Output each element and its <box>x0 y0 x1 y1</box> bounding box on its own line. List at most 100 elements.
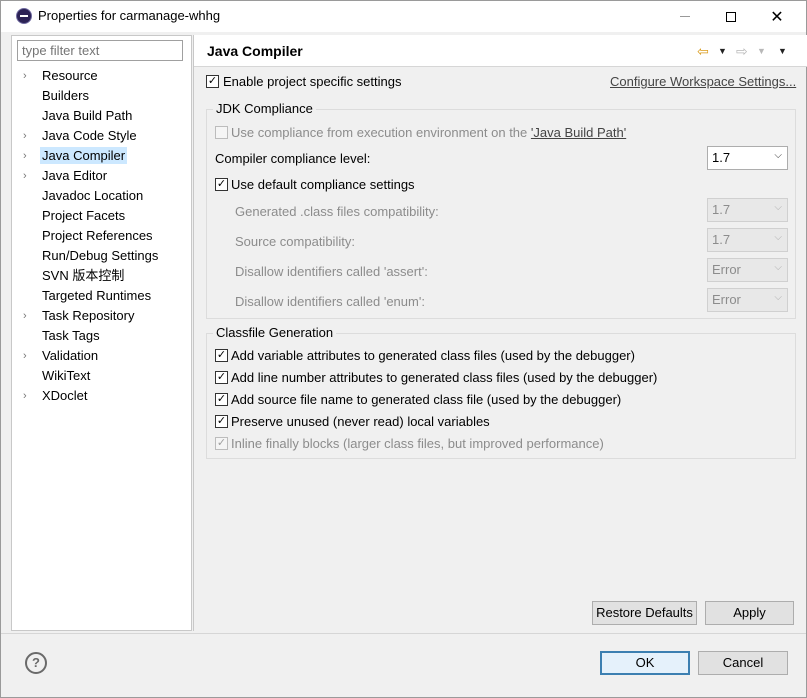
use-compliance-label: Use compliance from execution environmen… <box>231 125 626 140</box>
tree-item[interactable]: › Validation <box>12 346 191 366</box>
title-bar: Properties for carmanage-whhg ✕ <box>1 1 806 32</box>
back-arrow-icon[interactable]: ⇦ <box>697 43 709 60</box>
assert-identifier-value: Error <box>712 262 741 277</box>
eclipse-icon <box>16 8 32 24</box>
expand-arrow-icon[interactable]: › <box>23 386 35 406</box>
jdk-compliance-title: JDK Compliance <box>213 101 316 116</box>
assert-identifier-select[interactable]: Error ⌵ <box>707 258 788 282</box>
assert-identifier-label: Disallow identifiers called 'assert': <box>235 264 428 279</box>
expand-arrow-icon[interactable]: › <box>23 306 35 326</box>
compliance-level-value: 1.7 <box>712 150 731 165</box>
preference-tree-panel: › Resource Builders Java Build Path › Java Co… <box>11 35 192 631</box>
generated-compat-select[interactable]: 1.7 ⌵ <box>707 198 788 222</box>
dialog-footer: ? OK Cancel <box>1 633 806 697</box>
use-compliance-text: Use compliance from execution environmen… <box>231 125 531 140</box>
classfile-option-checkbox[interactable]: ✓ <box>215 437 228 450</box>
use-default-compliance-checkbox[interactable]: ✓ <box>215 178 228 191</box>
chevron-down-icon: ⌵ <box>774 262 782 273</box>
tree-item[interactable]: › Java Editor <box>12 166 191 186</box>
tree-item[interactable]: Run/Debug Settings <box>12 246 191 266</box>
enum-identifier-value: Error <box>712 292 741 307</box>
classfile-option-checkbox[interactable]: ✓ <box>215 393 228 406</box>
classfile-option-label: Add source file name to generated class … <box>231 392 622 407</box>
tree-item[interactable]: Java Build Path <box>12 106 191 126</box>
minimize-button[interactable] <box>662 1 708 32</box>
back-dropdown-icon[interactable]: ▼ <box>718 46 727 56</box>
page-title: Java Compiler <box>207 43 303 59</box>
configure-workspace-link[interactable]: Configure Workspace Settings... <box>610 74 796 89</box>
tree-item[interactable]: › Java Code Style <box>12 126 191 146</box>
tree-item-label: Java Compiler <box>40 147 128 164</box>
expand-arrow-icon[interactable]: › <box>23 166 35 186</box>
compliance-level-label: Compiler compliance level: <box>215 151 371 166</box>
tree-item-label: Targeted Runtimes <box>42 288 152 303</box>
use-default-compliance-label: Use default compliance settings <box>231 177 415 192</box>
classfile-generation-group: Classfile Generation ✓ Add variable attri… <box>206 325 796 459</box>
tree-item[interactable]: Targeted Runtimes <box>12 286 191 306</box>
page-header: Java Compiler ⇦ ▼ ⇨ ▼ ▼ <box>194 35 807 67</box>
enable-project-specific-label: Enable project specific settings <box>223 74 402 89</box>
tree-item[interactable]: Builders <box>12 86 191 106</box>
tree-item-label: Task Repository <box>42 308 135 323</box>
ok-button[interactable]: OK <box>600 651 690 675</box>
tree-item-label: Validation <box>42 348 99 363</box>
tree-item-label: Java Editor <box>42 168 108 183</box>
close-button[interactable]: ✕ <box>754 1 800 32</box>
tree-item[interactable]: SVN 版本控制 <box>12 266 191 286</box>
classfile-option-checkbox[interactable]: ✓ <box>215 415 228 428</box>
expand-arrow-icon[interactable]: › <box>23 66 35 86</box>
minimize-icon <box>680 16 690 17</box>
enum-identifier-select[interactable]: Error ⌵ <box>707 288 788 312</box>
tree-item[interactable]: Task Tags <box>12 326 191 346</box>
compliance-level-select[interactable]: 1.7 ⌵ <box>707 146 788 170</box>
cancel-button[interactable]: Cancel <box>698 651 788 675</box>
chevron-down-icon: ⌵ <box>774 292 782 303</box>
java-build-path-link[interactable]: 'Java Build Path' <box>531 125 626 140</box>
classfile-option-checkbox[interactable]: ✓ <box>215 371 228 384</box>
tree-item[interactable]: WikiText <box>12 366 191 386</box>
tree-item-label: Project Facets <box>42 208 126 223</box>
tree-item-label: Builders <box>42 88 89 103</box>
classfile-option-label: Preserve unused (never read) local varia… <box>231 414 490 429</box>
view-menu-icon[interactable]: ▼ <box>778 46 787 56</box>
tree-item-label: SVN 版本控制 <box>42 268 125 283</box>
maximize-button[interactable] <box>708 1 754 32</box>
forward-arrow-icon[interactable]: ⇨ <box>736 43 748 60</box>
expand-arrow-icon[interactable]: › <box>23 126 35 146</box>
maximize-icon <box>726 11 736 22</box>
help-icon[interactable]: ? <box>25 652 47 674</box>
source-compat-select[interactable]: 1.7 ⌵ <box>707 228 788 252</box>
close-icon: ✕ <box>770 8 784 26</box>
filter-input[interactable] <box>17 40 183 61</box>
chevron-down-icon: ⌵ <box>774 202 782 213</box>
generated-compat-value: 1.7 <box>712 202 731 217</box>
use-compliance-checkbox[interactable] <box>215 126 228 139</box>
classfile-option-label: Add variable attributes to generated cla… <box>231 348 635 363</box>
window-title: Properties for carmanage-whhg <box>38 8 221 23</box>
chevron-down-icon: ⌵ <box>774 232 782 243</box>
jdk-compliance-group: JDK Compliance Use compliance from execu… <box>206 101 796 319</box>
forward-dropdown-icon[interactable]: ▼ <box>757 46 766 56</box>
tree-item-label: WikiText <box>42 368 91 383</box>
tree-item-label: Run/Debug Settings <box>42 248 159 263</box>
tree-item[interactable]: Project References <box>12 226 191 246</box>
tree-item-label: Task Tags <box>42 328 100 343</box>
expand-arrow-icon[interactable]: › <box>23 146 35 166</box>
classfile-option-checkbox[interactable]: ✓ <box>215 349 228 362</box>
tree-item[interactable]: › Task Repository <box>12 306 191 326</box>
tree-item-label: Java Code Style <box>42 128 137 143</box>
expand-arrow-icon[interactable]: › <box>23 346 35 366</box>
apply-button[interactable]: Apply <box>705 601 794 625</box>
compiler-settings-panel: Java Compiler ⇦ ▼ ⇨ ▼ ▼ ✓ Enable project… <box>193 35 807 631</box>
tree-item[interactable]: Project Facets <box>12 206 191 226</box>
tree-item[interactable]: › Resource <box>12 66 191 86</box>
preference-tree: › Resource Builders Java Build Path › Java Co… <box>12 66 191 406</box>
generated-compat-label: Generated .class files compatibility: <box>235 204 439 219</box>
tree-item[interactable]: › XDoclet <box>12 386 191 406</box>
restore-defaults-button[interactable]: Restore Defaults <box>592 601 697 625</box>
tree-item[interactable]: Javadoc Location <box>12 186 191 206</box>
tree-item-label: XDoclet <box>42 388 88 403</box>
source-compat-label: Source compatibility: <box>235 234 355 249</box>
tree-item[interactable]: › Java Compiler <box>12 146 191 166</box>
enable-project-specific-checkbox[interactable]: ✓ <box>206 75 219 88</box>
